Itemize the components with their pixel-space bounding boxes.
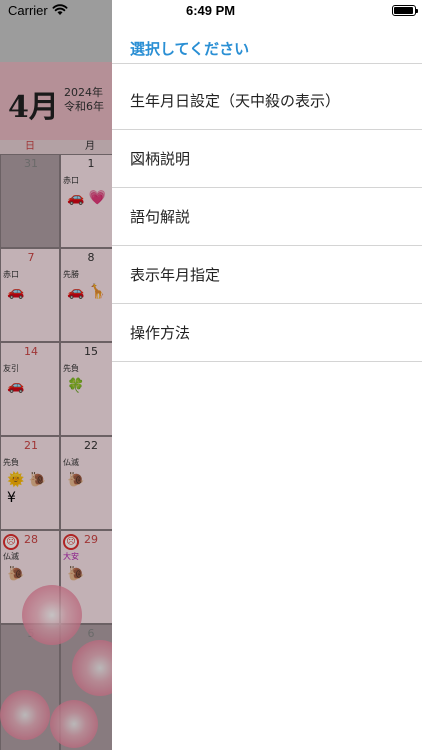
menu-item-glossary[interactable]: 語句解説 xyxy=(112,187,422,245)
status-bar: Carrier 6:49 PM xyxy=(0,0,422,22)
menu-item-icon-legend[interactable]: 図柄説明 xyxy=(112,129,422,187)
menu-item-date-select[interactable]: 表示年月指定 xyxy=(112,245,422,303)
carrier-label: Carrier xyxy=(8,3,48,18)
clock: 6:49 PM xyxy=(186,3,236,18)
menu-item-birthday-settings[interactable]: 生年月日設定（天中殺の表示） xyxy=(112,71,422,129)
menu-item-label: 生年月日設定（天中殺の表示） xyxy=(130,92,341,110)
wifi-icon xyxy=(52,4,68,15)
menu-divider xyxy=(112,361,422,362)
menu-title: 選択してください xyxy=(130,40,250,58)
menu-item-label: 表示年月指定 xyxy=(130,266,221,284)
menu-item-label: 操作方法 xyxy=(130,324,191,342)
battery-icon xyxy=(392,5,418,16)
dim-overlay[interactable] xyxy=(0,0,112,750)
menu-item-label: 語句解説 xyxy=(130,208,191,226)
menu-item-label: 図柄説明 xyxy=(130,150,191,168)
side-menu-drawer: 選択してください 生年月日設定（天中殺の表示） 図柄説明 語句解説 表示年月指定… xyxy=(112,0,422,750)
calendar-background: 4月 2024年 令和6年 日 月 31 1 赤口 🚗 💗 7 赤口 🚗 8 先… xyxy=(0,0,112,750)
menu-divider xyxy=(112,63,422,64)
menu-item-instructions[interactable]: 操作方法 xyxy=(112,303,422,361)
